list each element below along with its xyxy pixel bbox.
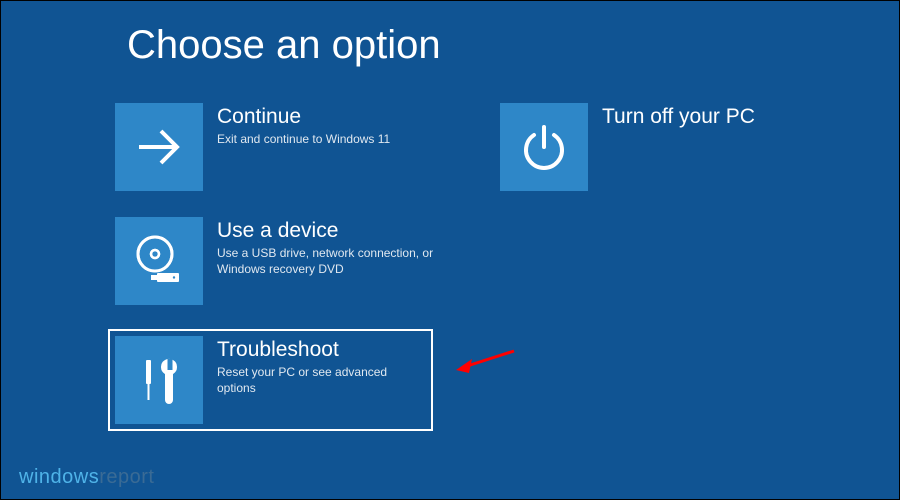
watermark-part1: windows <box>19 466 99 488</box>
turnoff-text: Turn off your PC <box>588 103 821 191</box>
tools-icon <box>115 336 203 424</box>
continue-title: Continue <box>217 105 436 129</box>
troubleshoot-title: Troubleshoot <box>217 338 426 362</box>
troubleshoot-desc: Reset your PC or see advanced options <box>217 364 426 396</box>
usedevice-desc: Use a USB drive, network connection, or … <box>217 245 436 277</box>
usedevice-text: Use a device Use a USB drive, network co… <box>203 217 436 305</box>
arrow-right-icon <box>115 103 203 191</box>
continue-tile[interactable]: Continue Exit and continue to Windows 11 <box>113 101 438 193</box>
power-icon <box>500 103 588 191</box>
watermark-part2: report <box>99 466 154 488</box>
tile-row: Use a device Use a USB drive, network co… <box>113 215 823 307</box>
usedevice-tile[interactable]: Use a device Use a USB drive, network co… <box>113 215 438 307</box>
turnoff-tile[interactable]: Turn off your PC <box>498 101 823 193</box>
options-grid: Continue Exit and continue to Windows 11… <box>113 101 823 453</box>
page-title: Choose an option <box>127 23 441 68</box>
usedevice-title: Use a device <box>217 219 436 243</box>
continue-text: Continue Exit and continue to Windows 11 <box>203 103 436 191</box>
watermark: windowsreport <box>19 466 154 489</box>
continue-desc: Exit and continue to Windows 11 <box>217 131 436 147</box>
troubleshoot-text: Troubleshoot Reset your PC or see advanc… <box>203 336 426 424</box>
disc-usb-icon <box>115 217 203 305</box>
tile-row: Troubleshoot Reset your PC or see advanc… <box>113 329 823 431</box>
tile-row: Continue Exit and continue to Windows 11… <box>113 101 823 193</box>
turnoff-title: Turn off your PC <box>602 105 821 129</box>
troubleshoot-tile[interactable]: Troubleshoot Reset your PC or see advanc… <box>108 329 433 431</box>
